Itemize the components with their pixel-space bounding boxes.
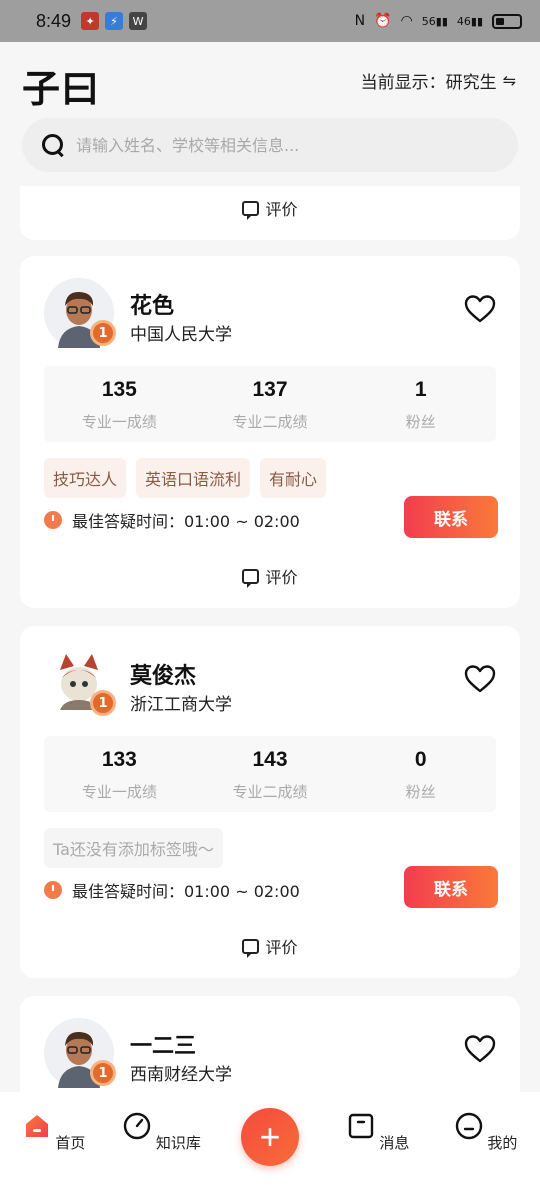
mentor-card-partial: 评价 <box>20 186 520 240</box>
stat-value: 0 <box>414 748 427 771</box>
stat-subject-2: 137 专业二成绩 <box>195 366 346 442</box>
nav-mine[interactable]: 我的 <box>446 1112 526 1153</box>
add-button[interactable]: + <box>241 1108 299 1166</box>
message-box-icon <box>348 1113 373 1139</box>
stat-subject-2: 143 专业二成绩 <box>195 736 346 812</box>
mentor-name: 花色 <box>130 294 175 319</box>
wifi-icon: ◠ <box>400 13 413 29</box>
compass-icon <box>123 1112 151 1140</box>
profile-face-icon <box>455 1112 482 1140</box>
signal-icon: 56▮▮ <box>421 14 448 28</box>
tag: 有耐心 <box>260 458 327 498</box>
swap-icon: ⇋ <box>502 71 516 90</box>
review-label: 评价 <box>265 200 298 219</box>
stat-subject-1: 135 专业一成绩 <box>44 366 195 442</box>
review-button[interactable]: 评价 <box>20 564 520 588</box>
app-icon: W <box>129 12 148 30</box>
comment-icon <box>242 200 260 220</box>
tag-list: Ta还没有添加标签哦～ <box>44 828 223 868</box>
avatar: 1 <box>44 278 116 348</box>
stat-value: 137 <box>252 378 288 401</box>
bottom-nav: 首页 知识库 + 消息 我的 <box>0 1092 540 1200</box>
header: 子曰 当前显示：研究生 ⇋ <box>0 42 540 120</box>
stat-label: 专业二成绩 <box>232 413 308 431</box>
mentor-card[interactable]: 1 莫俊杰 浙江工商大学 133 专业一成绩 143 专业二成绩 0 粉丝 Ta… <box>20 626 520 978</box>
stat-fans: 0 粉丝 <box>345 736 496 812</box>
stat-label: 专业二成绩 <box>232 783 308 801</box>
display-toggle[interactable]: 当前显示：研究生 ⇋ <box>361 68 516 93</box>
stat-label: 粉丝 <box>405 413 436 431</box>
stats-panel: 135 专业一成绩 137 专业二成绩 1 粉丝 <box>44 366 496 442</box>
tag: 技巧达人 <box>44 458 127 498</box>
nav-home[interactable]: 首页 <box>14 1112 94 1153</box>
stat-label: 专业一成绩 <box>81 413 157 431</box>
qa-time-row: 最佳答疑时间：01:00 ~ 02:00 <box>44 508 300 532</box>
stat-label: 粉丝 <box>405 783 436 801</box>
review-button[interactable]: 评价 <box>20 934 520 958</box>
heart-icon[interactable] <box>464 294 496 324</box>
display-label: 当前显示：研究生 <box>360 73 497 93</box>
stat-fans: 1 粉丝 <box>345 366 496 442</box>
mentor-school: 西南财经大学 <box>130 1065 232 1085</box>
rank-medal-icon: 1 <box>90 690 116 716</box>
nav-label: 首页 <box>55 1134 86 1152</box>
rank-medal-icon: 1 <box>90 1060 116 1086</box>
mentor-name: 莫俊杰 <box>130 664 197 689</box>
heart-icon[interactable] <box>464 664 496 694</box>
empty-tag-hint: Ta还没有添加标签哦～ <box>44 828 223 868</box>
heart-icon[interactable] <box>464 1034 496 1064</box>
stat-value: 143 <box>252 748 288 771</box>
stat-subject-1: 133 专业一成绩 <box>44 736 195 812</box>
review-label: 评价 <box>265 568 298 587</box>
status-bar: 8:49 ✦ ⚡ W N ⏰ ◠ 56▮▮ 46▮▮ <box>0 0 540 42</box>
mentor-card[interactable]: 1 一二三 西南财经大学 <box>20 996 520 1106</box>
avatar: 1 <box>44 1018 116 1088</box>
alarm-icon: ⏰ <box>374 13 392 29</box>
nav-label: 知识库 <box>155 1134 201 1152</box>
mentor-school: 中国人民大学 <box>130 325 232 345</box>
mentor-card[interactable]: 1 花色 中国人民大学 135 专业一成绩 137 专业二成绩 1 粉丝 技巧达… <box>20 256 520 608</box>
status-time: 8:49 <box>36 10 72 31</box>
flash-icon: ⚡ <box>105 12 124 30</box>
rank-medal-icon: 1 <box>90 320 116 346</box>
review-button[interactable]: 评价 <box>20 196 520 220</box>
comment-icon <box>242 938 260 958</box>
tag-list: 技巧达人 英语口语流利 有耐心 <box>44 458 327 498</box>
tag: 英语口语流利 <box>136 458 251 498</box>
search-icon <box>42 134 64 156</box>
stat-value: 133 <box>101 748 137 771</box>
stats-panel: 133 专业一成绩 143 专业二成绩 0 粉丝 <box>44 736 496 812</box>
mentor-name: 一二三 <box>130 1034 197 1059</box>
clock-icon <box>44 881 62 899</box>
qa-time: 最佳答疑时间：01:00 ~ 02:00 <box>72 882 300 901</box>
nav-messages[interactable]: 消息 <box>338 1112 418 1153</box>
search-input[interactable] <box>76 135 476 155</box>
stat-value: 1 <box>414 378 427 401</box>
app-logo: 子曰 <box>22 67 101 111</box>
comment-icon <box>242 568 260 588</box>
avatar: 1 <box>44 648 116 718</box>
signal-icon-2: 46▮▮ <box>456 14 483 28</box>
mentor-school: 浙江工商大学 <box>130 695 232 715</box>
search-bar[interactable] <box>22 118 518 172</box>
nav-knowledge[interactable]: 知识库 <box>122 1112 202 1153</box>
contact-button[interactable]: 联系 <box>404 866 498 908</box>
qa-time-row: 最佳答疑时间：01:00 ~ 02:00 <box>44 878 300 902</box>
qa-time: 最佳答疑时间：01:00 ~ 02:00 <box>72 512 300 531</box>
home-icon <box>25 1115 48 1137</box>
nav-label: 消息 <box>379 1134 410 1152</box>
clock-icon <box>44 511 62 529</box>
nfc-icon: N <box>354 13 366 29</box>
stat-value: 135 <box>101 378 137 401</box>
app-notification-icon: ✦ <box>81 12 100 30</box>
stat-label: 专业一成绩 <box>81 783 157 801</box>
nav-label: 我的 <box>487 1134 518 1152</box>
review-label: 评价 <box>265 938 298 957</box>
contact-button[interactable]: 联系 <box>404 496 498 538</box>
battery-icon <box>492 13 522 29</box>
